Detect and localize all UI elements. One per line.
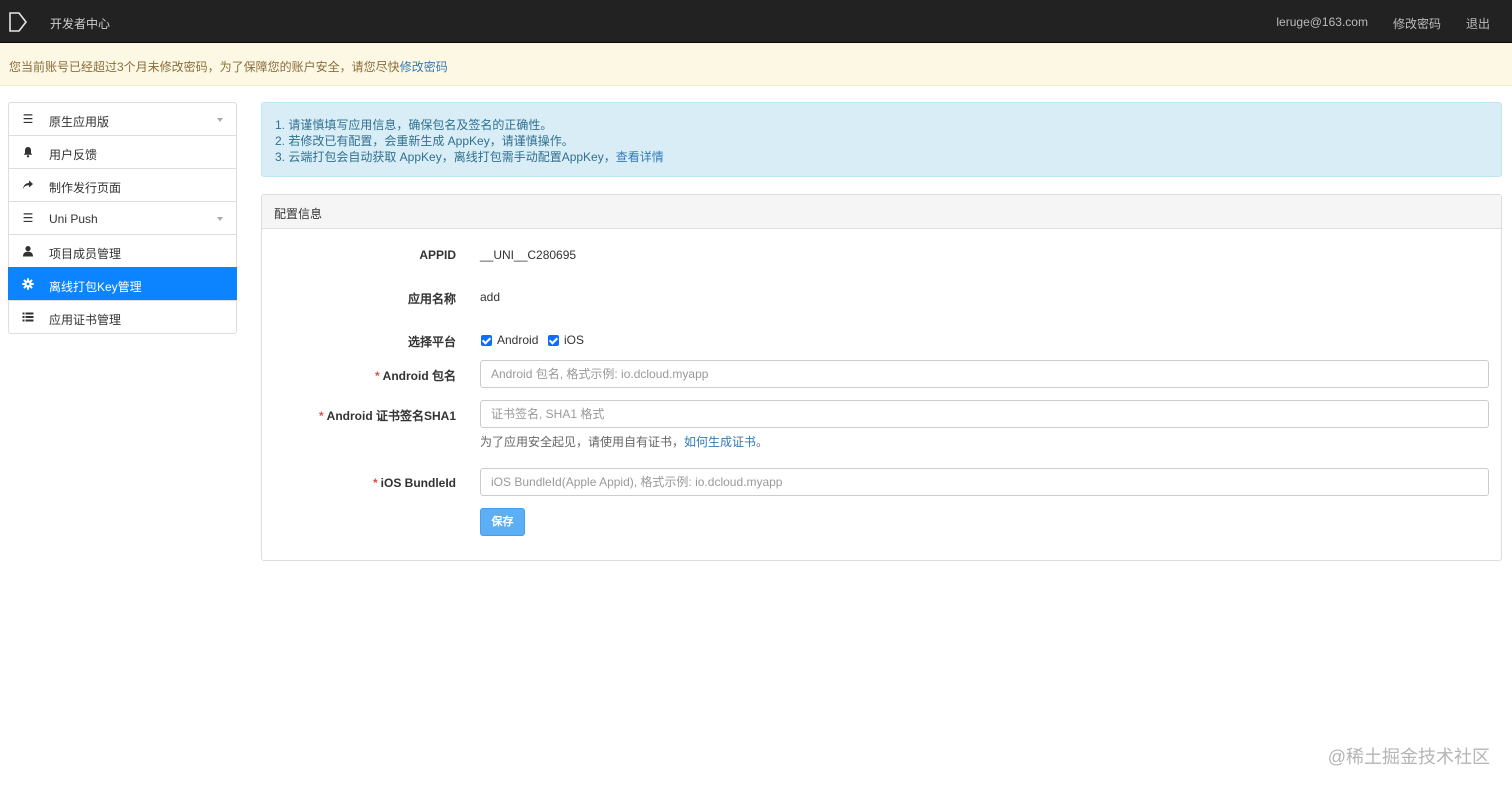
user-icon: [23, 246, 33, 257]
sidebar-item-label: 原生应用版: [49, 115, 110, 129]
config-panel: 配置信息 APPID __UNI__C280695 应用名称 add 选择平台 …: [261, 194, 1502, 561]
android-checkbox-label: Android: [497, 333, 539, 347]
cert-hint: 为了应用安全起见，请使用自有证书，如何生成证书。: [480, 433, 768, 450]
dcloud-logo-icon[interactable]: [8, 12, 28, 32]
chevron-down-icon: [217, 217, 223, 221]
cert-hint-end: 。: [756, 435, 769, 449]
info-notice: 1. 请谨慎填写应用信息，确保包名及签名的正确性。 2. 若修改已有配置，会重新…: [261, 102, 1502, 177]
android-package-input[interactable]: [480, 360, 1489, 388]
ios-bundleid-input[interactable]: [480, 468, 1489, 496]
sidebar-item-certificates[interactable]: 应用证书管理: [8, 300, 237, 334]
top-nav-links: leruge@163.com 修改密码 退出: [1276, 15, 1512, 32]
notice-line-2: 2. 若修改已有配置，会重新生成 AppKey，请谨慎操作。: [275, 134, 574, 148]
sidebar-item-label: 应用证书管理: [49, 313, 122, 327]
ios-bundleid-label-text: iOS BundleId: [380, 476, 456, 490]
ios-checkbox[interactable]: iOS: [548, 333, 584, 347]
required-mark: *: [372, 476, 378, 490]
sidebar-item-members[interactable]: 项目成员管理: [8, 234, 237, 268]
warning-text: 您当前账号已经超过3个月未修改密码，为了保障您的账户安全，请您尽快: [9, 60, 400, 74]
logout-link[interactable]: 退出: [1466, 15, 1490, 32]
brand-title[interactable]: 开发者中心: [50, 15, 110, 32]
required-mark: *: [375, 369, 380, 383]
sidebar-item-feedback[interactable]: 用户反馈: [8, 135, 237, 169]
top-navbar: 开发者中心 leruge@163.com 修改密码 退出: [0, 0, 1512, 43]
watermark: @稀土掘金技术社区: [1327, 747, 1490, 767]
sidebar-item-native-app[interactable]: ☰ 原生应用版: [8, 102, 237, 136]
share-icon: [23, 180, 33, 189]
bell-icon: [23, 147, 33, 158]
android-package-label: * Android 包名: [375, 367, 456, 384]
android-sha1-label: * Android 证书签名SHA1: [319, 407, 456, 424]
cert-hint-text: 为了应用安全起见，请使用自有证书，: [480, 435, 685, 449]
chevron-down-icon: [217, 118, 223, 122]
android-sha1-label-text: Android 证书签名SHA1: [326, 409, 456, 423]
sidebar-item-label: 项目成员管理: [49, 247, 122, 261]
android-sha1-input[interactable]: [480, 400, 1489, 428]
appname-value: add: [480, 290, 501, 304]
ios-bundleid-label: * iOS BundleId: [373, 476, 456, 490]
sidebar-item-label: Uni Push: [49, 212, 98, 226]
user-email-link[interactable]: leruge@163.com: [1276, 15, 1368, 32]
notice-line-3: 3. 云端打包会自动获取 AppKey，离线打包需手动配置AppKey，: [275, 150, 616, 164]
appid-value: __UNI__C280695: [480, 248, 577, 262]
notice-line-1: 1. 请谨慎填写应用信息，确保包名及签名的正确性。: [275, 118, 553, 132]
list-icon: ☰: [22, 112, 34, 126]
list-alt-icon: [22, 312, 34, 322]
checkbox-checked-icon: [548, 334, 559, 346]
password-warning-banner: 您当前账号已经超过3个月未修改密码，为了保障您的账户安全，请您尽快修改密码: [0, 43, 1512, 86]
sidebar-item-label: 制作发行页面: [49, 181, 122, 195]
required-mark: *: [318, 409, 324, 423]
save-button[interactable]: 保存: [480, 508, 525, 536]
view-details-link[interactable]: 查看详情: [616, 150, 664, 164]
appname-label: 应用名称: [407, 292, 456, 306]
gear-icon: [22, 278, 34, 290]
how-to-generate-cert-link[interactable]: 如何生成证书: [684, 435, 756, 449]
panel-title: 配置信息: [262, 195, 1501, 229]
change-password-link[interactable]: 修改密码: [1393, 15, 1441, 32]
sidebar-item-release-page[interactable]: 制作发行页面: [8, 168, 237, 202]
warning-change-password-link[interactable]: 修改密码: [400, 60, 448, 74]
android-checkbox[interactable]: Android: [481, 333, 538, 347]
sidebar-item-label: 用户反馈: [49, 148, 98, 162]
sidebar-menu: ☰ 原生应用版 用户反馈 制作发行页面 ☰ Uni Push 项目成员管理 离线…: [8, 102, 237, 334]
android-package-label-text: Android 包名: [382, 369, 456, 383]
appid-label: APPID: [419, 248, 456, 262]
ios-checkbox-label: iOS: [564, 333, 585, 347]
platform-label: 选择平台: [407, 335, 456, 349]
sidebar-item-offline-key[interactable]: 离线打包Key管理: [8, 267, 237, 301]
checkbox-checked-icon: [481, 334, 492, 346]
sidebar-item-label: 离线打包Key管理: [49, 280, 142, 294]
sidebar-item-uni-push[interactable]: ☰ Uni Push: [8, 201, 237, 235]
list-icon: ☰: [22, 211, 34, 225]
